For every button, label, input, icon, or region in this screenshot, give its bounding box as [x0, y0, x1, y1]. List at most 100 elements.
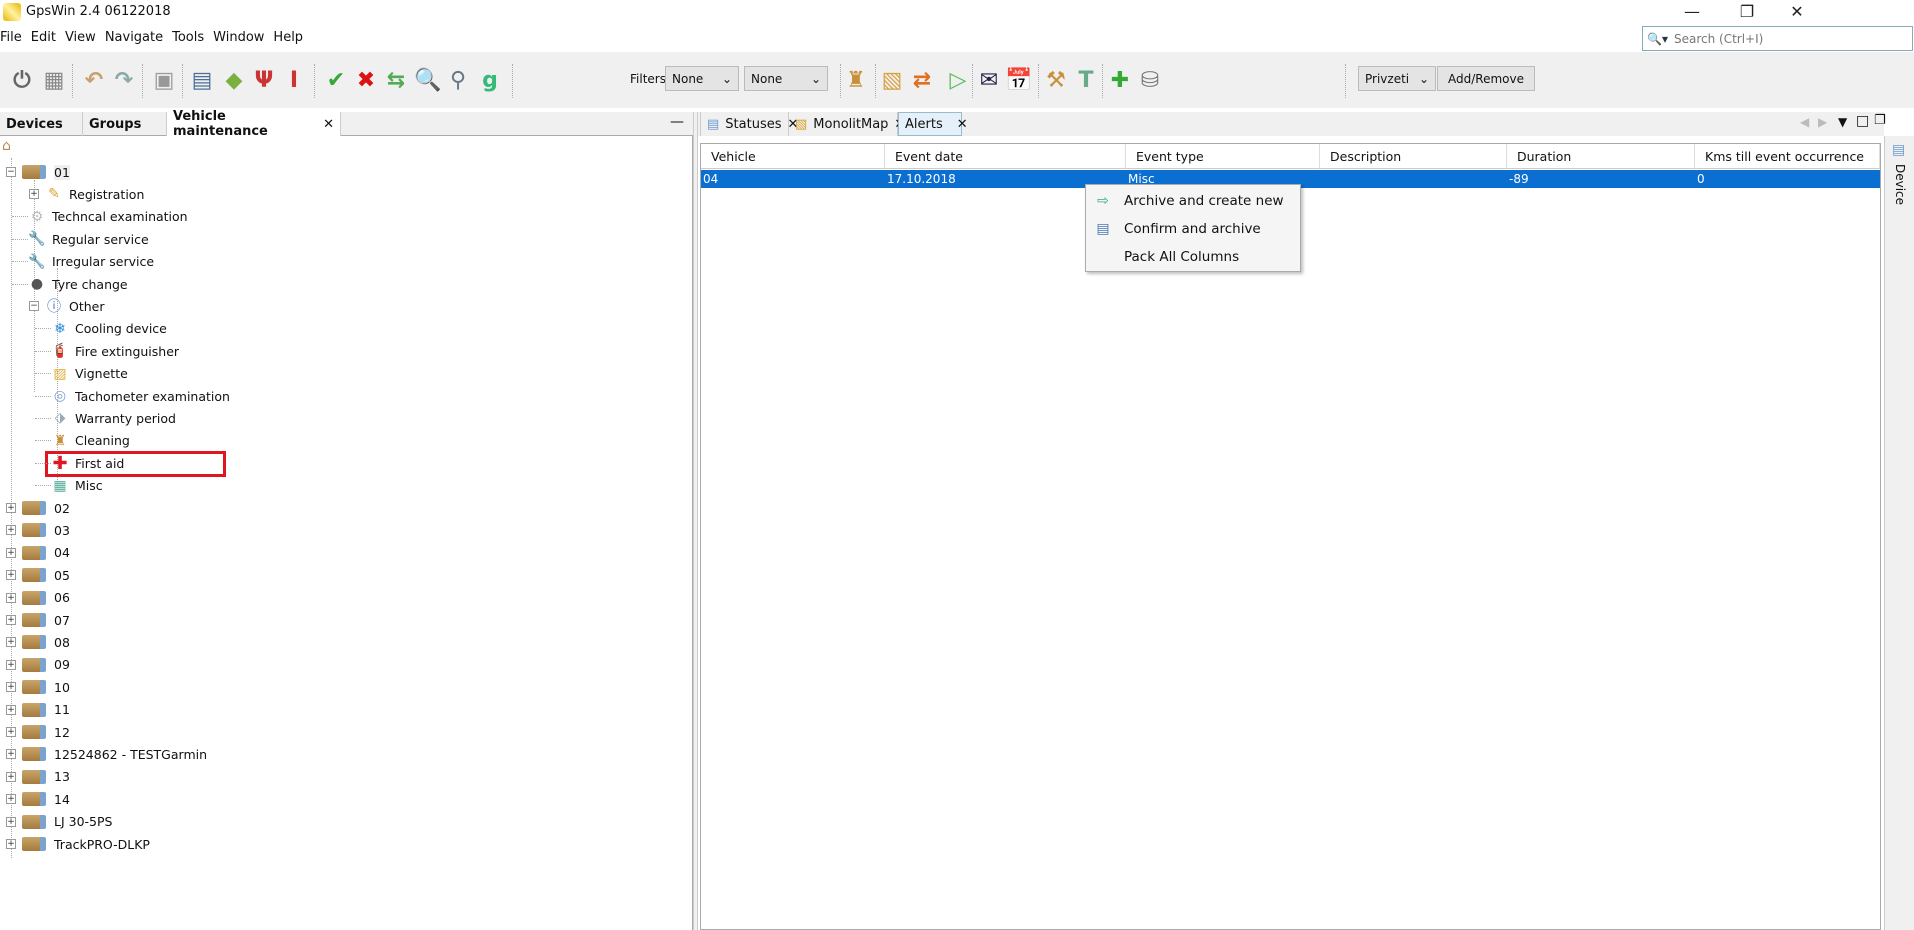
tree-vehicle[interactable]: + TrackPRO-DLKP — [6, 833, 150, 855]
add-document-icon[interactable]: ▧ — [878, 66, 906, 94]
close-button[interactable]: ✕ — [1782, 2, 1812, 21]
tree-vehicle[interactable]: + LJ 30-5PS — [6, 811, 112, 833]
collapse-icon[interactable]: − — [29, 301, 39, 312]
tree-item-tyre-change[interactable]: ● Tyre change — [12, 273, 128, 295]
column-header-description[interactable]: Description — [1320, 144, 1507, 169]
expand-icon[interactable]: + — [6, 727, 16, 737]
tools-icon[interactable]: ⚒ — [1042, 66, 1070, 94]
expand-icon[interactable]: + — [6, 570, 16, 581]
tree-vehicle[interactable]: +12524862 - TESTGarmin — [6, 743, 207, 765]
tree-vehicle[interactable]: +02 — [6, 497, 70, 519]
minimize-button[interactable]: — — [1677, 2, 1707, 21]
search-person-icon[interactable]: ⚲ — [444, 66, 472, 94]
tree-item-warranty-period[interactable]: ⬗ Warranty period — [35, 407, 176, 429]
io-icon[interactable]: I — [280, 66, 308, 94]
tree-vehicle[interactable]: +12 — [6, 721, 70, 743]
maximize-panel-icon[interactable]: □ — [1856, 113, 1869, 129]
tree-item-techncal-examination[interactable]: ⚙ Techncal examination — [12, 206, 188, 228]
x-icon[interactable]: ✖ — [352, 66, 380, 94]
undo-icon[interactable]: ↶ — [80, 66, 108, 94]
expand-icon[interactable]: + — [6, 771, 16, 782]
filter-select-1[interactable]: None ⌄ — [665, 66, 739, 91]
search-input[interactable]: 🔍▾ Search (Ctrl+I) — [1642, 26, 1913, 51]
close-tab-icon[interactable]: ✕ — [957, 117, 968, 132]
tree-vehicle[interactable]: +03 — [6, 519, 70, 541]
tab-groups[interactable]: Groups — [83, 112, 167, 136]
tree-vehicle[interactable]: +14 — [6, 788, 70, 810]
menu-view[interactable]: View — [65, 30, 96, 50]
play-icon[interactable]: ▷ — [944, 66, 972, 94]
expand-icon[interactable]: + — [29, 189, 39, 200]
expand-icon[interactable]: + — [6, 547, 16, 558]
tree-item-cooling-device[interactable]: ❄ Cooling device — [35, 318, 167, 340]
calendar-icon[interactable]: 📅 — [1005, 66, 1033, 94]
tree-item-registration[interactable]: + ✎ Registration — [29, 183, 144, 205]
tree-vehicle[interactable]: +05 — [6, 564, 70, 586]
add-map-icon[interactable]: ✚ — [1106, 66, 1134, 94]
diamond-pin-icon[interactable]: ◆ — [220, 66, 248, 94]
hammer-icon[interactable]: T — [1072, 66, 1100, 94]
home-icon[interactable]: ⌂ — [2, 138, 11, 154]
split-divider[interactable] — [693, 112, 698, 930]
redo-icon[interactable]: ↷ — [110, 66, 138, 94]
tab-devices[interactable]: Devices — [0, 112, 83, 136]
expand-icon[interactable]: + — [6, 682, 16, 693]
column-header-event-type[interactable]: Event type — [1126, 144, 1320, 169]
tree-vehicle[interactable]: +04 — [6, 542, 70, 564]
antenna-icon[interactable]: Ψ — [250, 66, 278, 94]
filter-select-2[interactable]: None ⌄ — [744, 66, 828, 91]
menu-file[interactable]: File — [0, 30, 22, 50]
scroll-tabs-right-icon[interactable]: ▶ — [1818, 115, 1827, 129]
check-icon[interactable]: ✔ — [322, 66, 350, 94]
tree-item-tachometer-examination[interactable]: ◎ Tachometer examination — [35, 385, 230, 407]
tree-item-vignette[interactable]: ▨ Vignette — [35, 363, 128, 385]
float-panel-icon[interactable]: ❐ — [1874, 113, 1886, 128]
column-header-event-date[interactable]: Event date — [885, 144, 1126, 169]
expand-icon[interactable]: + — [6, 704, 16, 715]
tree-item-cleaning[interactable]: ♜ Cleaning — [35, 430, 130, 452]
device-side-panel[interactable]: ▤ Device — [1884, 136, 1914, 930]
broom-icon[interactable]: ♜ — [842, 66, 870, 94]
tree-vehicle[interactable]: +10 — [6, 676, 70, 698]
tree-item-irregular-service[interactable]: 🔧 Irregular service — [12, 251, 154, 273]
tree-item-first-aid[interactable]: ✚ First aid — [35, 452, 124, 474]
expand-icon[interactable]: + — [6, 749, 16, 760]
expand-icon[interactable]: + — [6, 525, 16, 536]
menu-item-archive-create-new[interactable]: ⇨ Archive and create new — [1086, 187, 1302, 215]
column-header-duration[interactable]: Duration — [1507, 144, 1695, 169]
expand-icon[interactable]: + — [6, 839, 16, 849]
tab-monolitmap[interactable]: ▧MonolitMap✕ — [789, 112, 905, 136]
google-icon[interactable]: g — [476, 66, 504, 94]
tab-list-icon[interactable]: ▼ — [1838, 115, 1847, 129]
profile-select[interactable]: Privzeti ⌄ — [1358, 66, 1436, 91]
expand-icon[interactable]: + — [6, 503, 16, 513]
minimize-panel-icon[interactable]: — — [670, 114, 684, 130]
expand-icon[interactable]: + — [6, 615, 16, 625]
refresh-icon[interactable]: ⇄ — [908, 66, 936, 94]
zoom-document-icon[interactable]: 🔍 — [414, 66, 442, 94]
expand-icon[interactable]: + — [6, 592, 16, 603]
tree-vehicle[interactable]: +06 — [6, 587, 70, 609]
expand-icon[interactable]: + — [6, 816, 16, 827]
tree-vehicle[interactable]: +08 — [6, 631, 70, 653]
tree-vehicle[interactable]: +07 — [6, 609, 70, 631]
truck-icon[interactable]: ▣ — [150, 66, 178, 94]
restore-button[interactable]: ❐ — [1732, 2, 1762, 21]
close-tab-icon[interactable]: ✕ — [323, 117, 334, 132]
tree-vehicle[interactable]: +09 — [6, 654, 70, 676]
menu-help[interactable]: Help — [273, 30, 303, 50]
expand-icon[interactable]: + — [6, 637, 16, 648]
add-remove-button[interactable]: Add/Remove — [1437, 66, 1535, 91]
expand-icon[interactable]: + — [6, 659, 16, 670]
scroll-tabs-left-icon[interactable]: ◀ — [1800, 115, 1809, 129]
tree-item-misc[interactable]: ▦ Misc — [35, 475, 103, 497]
mail-icon[interactable]: ✉ — [975, 66, 1003, 94]
tab-alerts[interactable]: Alerts ✕ — [898, 112, 968, 136]
expand-icon[interactable]: + — [6, 794, 16, 805]
column-header-vehicle[interactable]: Vehicle — [701, 144, 885, 169]
menu-navigate[interactable]: Navigate — [105, 30, 163, 50]
menu-edit[interactable]: Edit — [31, 30, 56, 50]
menu-item-confirm-archive[interactable]: ▤ Confirm and archive — [1086, 215, 1302, 243]
database-icon[interactable]: ▦ — [40, 66, 68, 94]
menu-item-pack-all-columns[interactable]: Pack All Columns — [1086, 243, 1302, 271]
